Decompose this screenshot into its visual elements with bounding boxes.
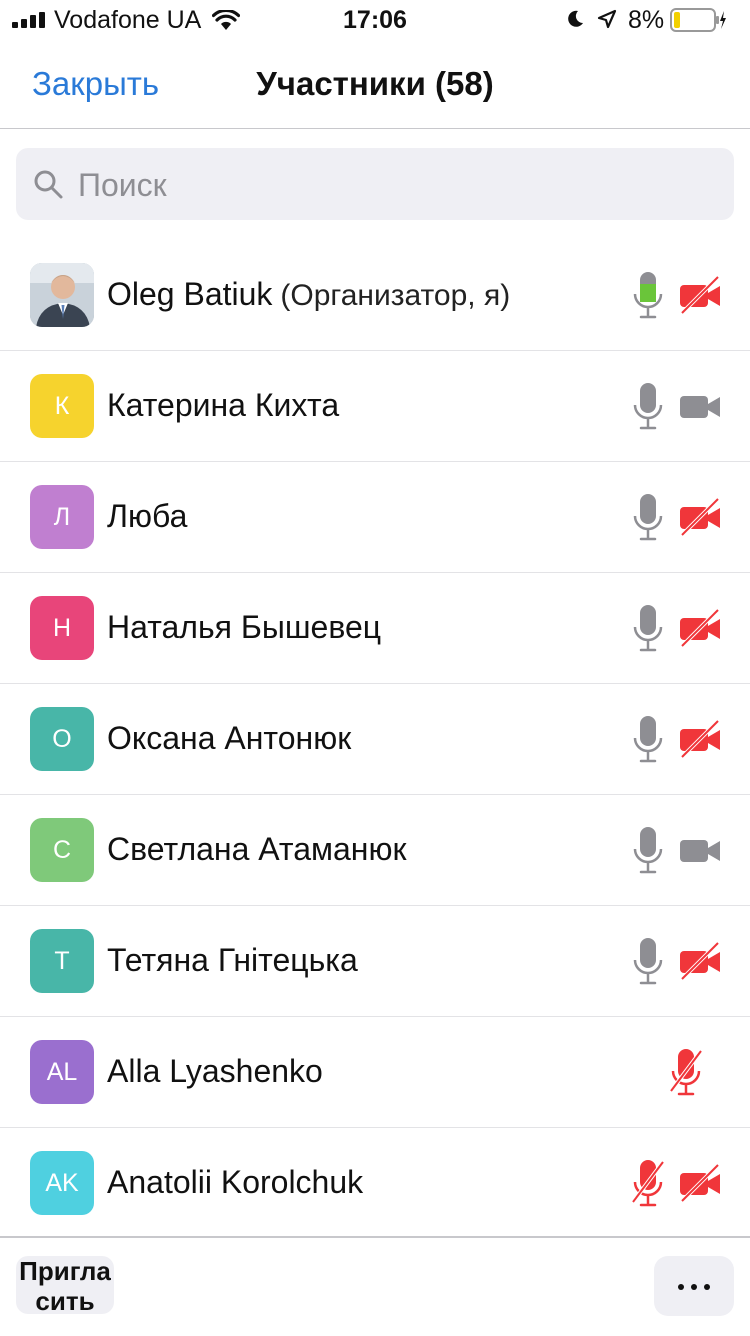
avatar: AK (30, 1151, 94, 1215)
participant-row[interactable]: AL Alla Lyashenko (0, 1017, 750, 1128)
video-off-icon[interactable] (678, 1163, 722, 1203)
search-bar[interactable] (16, 148, 734, 220)
microphone-icon[interactable] (630, 381, 666, 431)
more-icon-dot (704, 1284, 710, 1290)
search-input[interactable] (76, 160, 680, 210)
avatar: Т (30, 929, 94, 993)
participant-row[interactable]: Н Наталья Бышевец (0, 573, 750, 684)
location-icon (597, 9, 617, 29)
video-off-icon[interactable] (678, 941, 722, 981)
wifi-icon (212, 10, 240, 30)
carrier-name: Vodafone UA (54, 6, 202, 34)
participant-row[interactable]: Л Люба (0, 462, 750, 573)
participant-name: Alla Lyashenko (107, 1053, 323, 1089)
participant-row[interactable]: Т Тетяна Гнітецька (0, 906, 750, 1017)
participant-name: Oleg Batiuk (Организатор, я) (107, 274, 510, 316)
participant-row[interactable]: С Светлана Атаманюк (0, 795, 750, 906)
avatar: Н (30, 596, 94, 660)
participant-name: Наталья Бышевец (107, 609, 382, 645)
participant-row[interactable]: О Оксана Антонюк (0, 684, 750, 795)
bottom-toolbar: Пригласить (0, 1236, 750, 1336)
more-icon (678, 1284, 684, 1290)
avatar (30, 263, 94, 327)
video-off-icon[interactable] (678, 275, 722, 315)
charging-icon (720, 11, 726, 29)
participant-row[interactable]: AK Anatolii Korolchuk (0, 1128, 750, 1239)
video-camera-icon[interactable] (678, 386, 722, 426)
avatar: Л (30, 485, 94, 549)
avatar: О (30, 707, 94, 771)
signal-icon (12, 12, 45, 28)
avatar: К (30, 374, 94, 438)
more-icon-dot (691, 1284, 697, 1290)
microphone-icon[interactable] (630, 825, 666, 875)
battery-percent: 8% (628, 6, 665, 34)
microphone-icon[interactable] (630, 714, 666, 764)
participant-name: Оксана Антонюк (107, 720, 352, 756)
battery-icon (670, 8, 726, 32)
participant-row[interactable]: Oleg Batiuk (Организатор, я) (0, 240, 750, 351)
video-camera-icon[interactable] (678, 830, 722, 870)
participant-name: Люба (107, 498, 188, 534)
participant-name: Светлана Атаманюк (107, 831, 407, 867)
microphone-icon[interactable] (630, 603, 666, 653)
microphone-active-icon[interactable] (630, 270, 666, 320)
avatar: AL (30, 1040, 94, 1104)
participant-row[interactable]: К Катерина Кихта (0, 351, 750, 462)
microphone-muted-icon[interactable] (630, 1158, 666, 1208)
search-icon (34, 170, 63, 199)
participant-role: (Организатор, я) (280, 279, 511, 312)
moon-icon (568, 10, 583, 27)
microphone-muted-icon[interactable] (668, 1047, 704, 1097)
avatar: С (30, 818, 94, 882)
participant-name-text: Oleg Batiuk (107, 276, 273, 312)
microphone-icon[interactable] (630, 492, 666, 542)
avatar-photo (30, 263, 94, 327)
navigation-bar: Закрыть Участники (58) (0, 40, 750, 129)
participant-name: Тетяна Гнітецька (107, 942, 358, 978)
participants-list: Oleg Batiuk (Организатор, я) К Катерина К… (0, 240, 750, 1239)
video-off-icon[interactable] (678, 719, 722, 759)
invite-button[interactable]: Пригласить (16, 1256, 114, 1316)
page-title: Участники (58) (256, 65, 494, 102)
participant-name: Катерина Кихта (107, 387, 340, 423)
status-bar: Vodafone UA 17:06 8% (0, 0, 750, 40)
more-options-button[interactable] (654, 1256, 734, 1316)
participant-name: Anatolii Korolchuk (107, 1164, 364, 1200)
microphone-icon[interactable] (630, 936, 666, 986)
video-off-icon[interactable] (678, 497, 722, 537)
video-off-icon[interactable] (678, 608, 722, 648)
